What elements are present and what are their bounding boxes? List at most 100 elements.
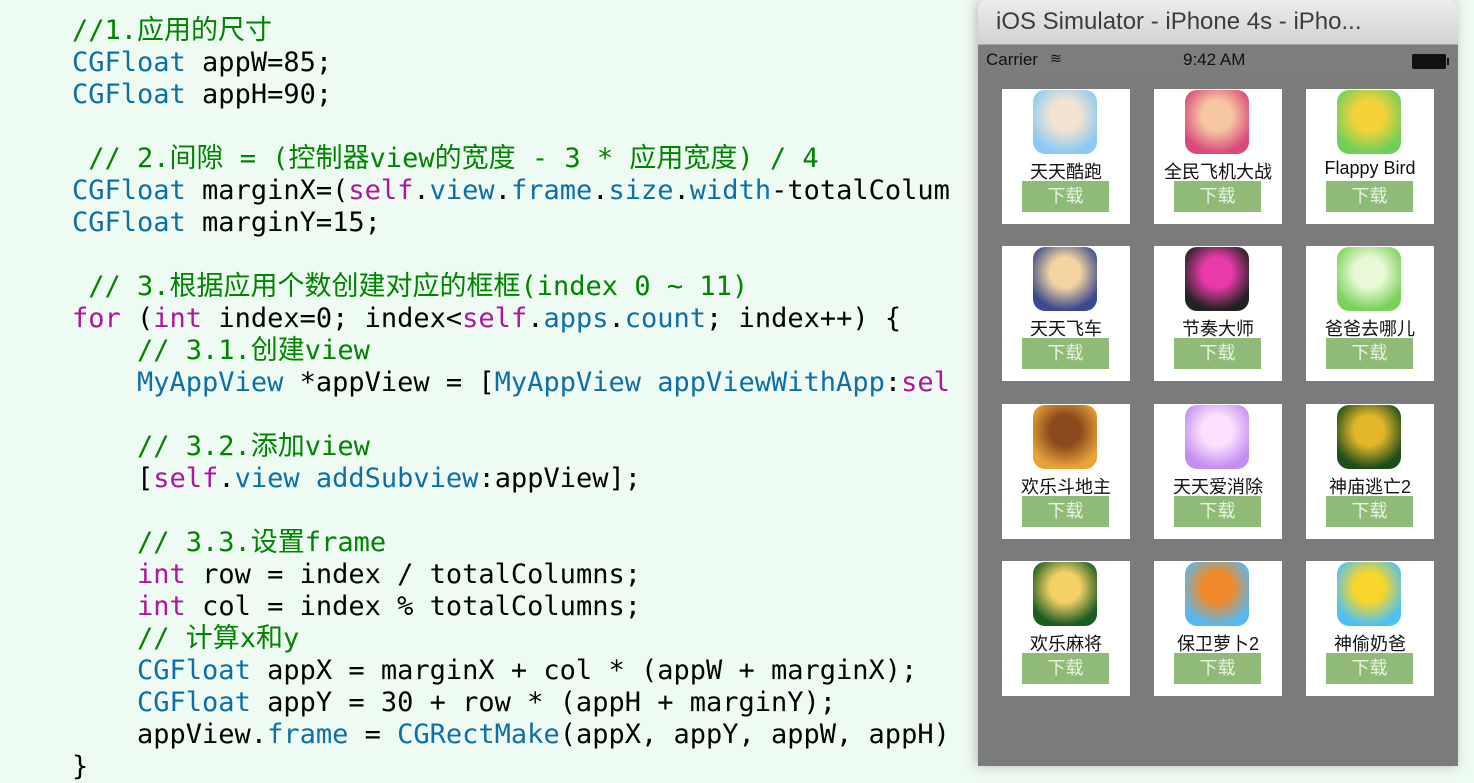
minion-icon[interactable] [1337,562,1401,626]
code-line: int row = index / totalColumns; [72,559,641,591]
download-button[interactable]: 下载 [1174,181,1261,212]
code-token: MyAppView [137,367,284,398]
code-token: . [218,463,235,494]
code-token: self [462,303,528,334]
download-button[interactable]: 下载 [1022,496,1109,527]
code-token: CGFloat [137,687,251,718]
download-button[interactable]: 下载 [1022,181,1109,212]
code-token: . [673,175,690,206]
app-tile: 天天爱消除 下载 [1154,404,1282,539]
code-token: (appX, appY, appW, appH) [559,719,950,750]
code-token: width [689,175,772,206]
code-token: . [592,175,609,206]
dad-where-icon[interactable] [1337,247,1401,311]
match-game-icon[interactable] [1185,405,1249,469]
game-runner-icon[interactable] [1033,90,1097,154]
code-line: MyAppView *appView = [MyAppView appViewW… [72,367,950,399]
code-token: CGFloat [72,175,186,206]
code-token: MyAppView [494,367,641,398]
code-line: //1.应用的尺寸 [72,15,272,47]
code-token: self [153,463,219,494]
download-button[interactable]: 下载 [1326,496,1413,527]
music-master-icon[interactable] [1185,247,1249,311]
code-token: row = index / totalColumns; [185,559,641,590]
code-token: . [413,175,430,206]
code-token: *appView = [ [283,367,495,398]
mahjong-icon[interactable] [1033,562,1097,626]
app-tile: 神庙逃亡2 下载 [1306,404,1434,539]
app-tile: 爸爸去哪儿 下载 [1306,246,1434,381]
carrot-defense-icon[interactable] [1185,562,1249,626]
code-token: // 3.2.添加view [72,431,370,462]
download-button[interactable]: 下载 [1022,653,1109,684]
code-token: . [608,303,625,334]
code-line: CGFloat appY = 30 + row * (appH + margin… [72,687,836,719]
ios-status-bar: Carrier ≋ 9:42 AM [978,45,1458,75]
code-token: CGFloat [72,79,186,110]
code-token: frame [510,175,593,206]
temple-run-icon[interactable] [1337,405,1401,469]
code-token: CGFloat [137,655,251,686]
download-button[interactable]: 下载 [1022,338,1109,369]
code-token: CGFloat [72,47,186,78]
game-pilot-icon[interactable] [1185,90,1249,154]
code-line: // 3.2.添加view [72,431,370,463]
code-line: appView.frame = CGRectMake(appX, appY, a… [72,719,950,751]
code-token: addSubview [315,463,479,494]
code-line: // 2.间隙 = (控制器view的宽度 - 3 * 应用宽度) / 4 [72,143,819,175]
code-token: marginX=( [185,175,349,206]
download-button[interactable]: 下载 [1326,338,1413,369]
code-token: apps [543,303,609,334]
carrier-label: Carrier [986,50,1038,69]
code-token: // 计算x和y [72,623,300,654]
ios-simulator-window: iOS Simulator - iPhone 4s - iPho... Carr… [978,0,1458,766]
code-token: for [72,303,121,334]
app-tile: Flappy Bird 下载 [1306,89,1434,224]
code-token: view [429,175,495,206]
download-button[interactable]: 下载 [1326,653,1413,684]
game-racer-icon[interactable] [1033,247,1097,311]
code-token: appH=90; [185,79,333,110]
code-line: CGFloat marginY=15; [72,207,381,239]
app-tile: 欢乐斗地主 下载 [1002,404,1130,539]
app-tile: 天天飞车 下载 [1002,246,1130,381]
code-token: int [137,591,186,622]
code-line: // 计算x和y [72,623,299,655]
window-title: iOS Simulator - iPhone 4s - iPho... [996,8,1362,35]
code-line: CGFloat appW=85; [72,47,332,79]
code-token: CGRectMake [397,719,560,750]
code-token: size [608,175,674,206]
flappy-bird-icon[interactable] [1337,90,1401,154]
download-button[interactable]: 下载 [1174,496,1261,527]
simulator-titlebar[interactable]: iOS Simulator - iPhone 4s - iPho... [978,0,1458,45]
download-button[interactable]: 下载 [1174,653,1261,684]
download-button[interactable]: 下载 [1174,338,1261,369]
code-line: [self.view addSubview:appView]; [72,463,641,495]
code-line: // 3.3.设置frame [72,527,386,559]
code-token: // 2.间隙 = (控制器view的宽度 - 3 * 应用宽度) / 4 [72,143,819,174]
download-button[interactable]: 下载 [1326,181,1413,212]
code-token: marginY=15; [185,207,381,238]
code-line: CGFloat marginX=(self.view.frame.size.wi… [72,175,950,207]
code-token: frame [267,719,349,750]
code-token: // 3.1.创建view [72,335,370,366]
code-token: : [884,367,902,398]
code-line: // 3.1.创建view [72,335,370,367]
code-token: -totalColum [771,175,950,206]
app-tile: 全民飞机大战 下载 [1154,89,1282,224]
app-tile: 节奏大师 下载 [1154,246,1282,381]
code-token: [ [72,463,154,494]
landlord-game-icon[interactable] [1033,405,1097,469]
code-token: CGFloat [72,207,186,238]
code-line: int col = index % totalColumns; [72,591,641,623]
code-token: // 3.3.设置frame [72,527,387,558]
code-token: :appView]; [478,463,641,494]
code-token: view [234,463,300,494]
code-line: CGFloat appH=90; [72,79,332,111]
code-token: int [153,303,203,334]
